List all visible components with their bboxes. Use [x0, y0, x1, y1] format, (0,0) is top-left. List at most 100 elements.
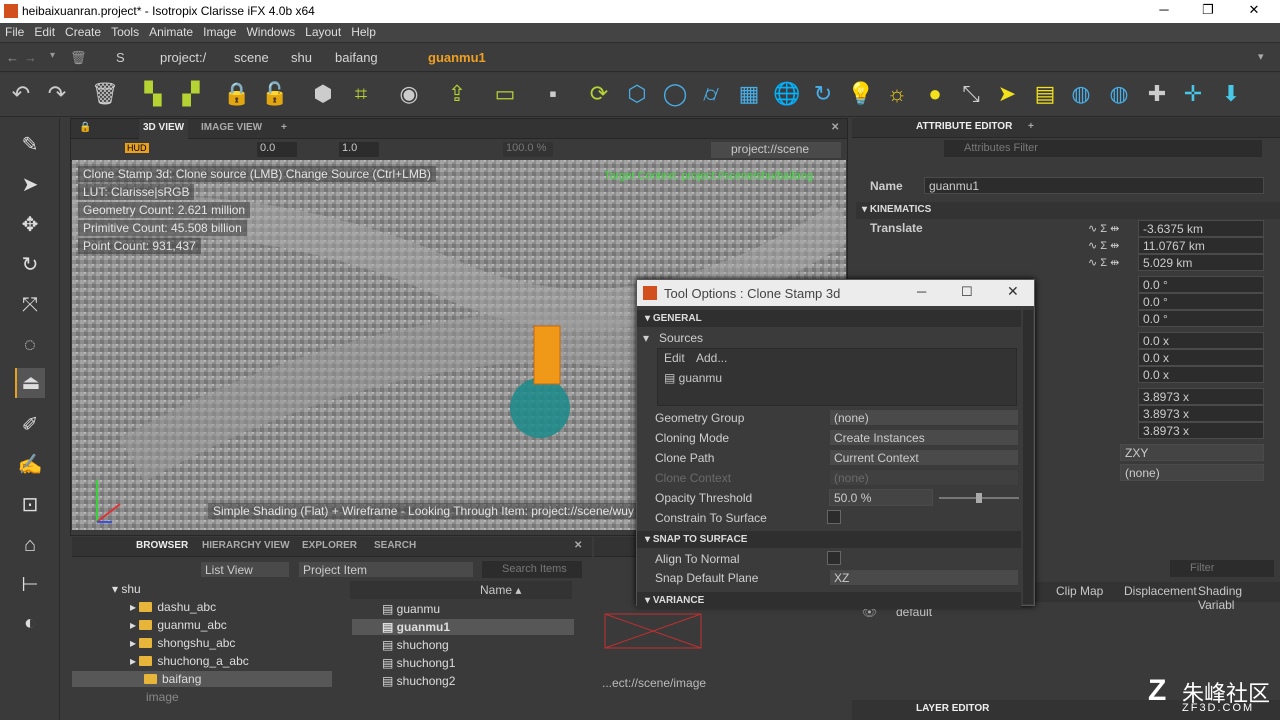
cylinder-icon[interactable]: ⌭: [696, 79, 726, 109]
unlock-icon[interactable]: 🔓: [260, 79, 290, 109]
server-icon[interactable]: S: [116, 50, 125, 65]
tree-item[interactable]: ▾ shu: [112, 582, 141, 596]
add-button[interactable]: Add...: [696, 351, 727, 365]
menu-animate[interactable]: Animate: [144, 23, 198, 39]
geometry-group-dropdown[interactable]: (none): [829, 409, 1019, 426]
rotate-y[interactable]: 0.0 °: [1138, 293, 1264, 310]
tab-search[interactable]: SEARCH: [374, 540, 416, 551]
sun-outline-icon[interactable]: ☼: [882, 79, 912, 109]
tab-browser[interactable]: BROWSER: [136, 540, 188, 551]
history-dropdown-icon[interactable]: ▾: [50, 50, 55, 61]
align-normal-checkbox[interactable]: [827, 551, 841, 565]
tree-item[interactable]: ▸ guanmu_abc: [130, 618, 227, 632]
menu-edit[interactable]: Edit: [29, 23, 60, 39]
menu-image[interactable]: Image: [198, 23, 241, 39]
translate-y[interactable]: 11.0767 km: [1138, 237, 1264, 254]
offset-z[interactable]: 0.0 x: [1138, 366, 1264, 383]
rotation-order-dropdown[interactable]: ZXY: [1120, 444, 1264, 461]
open-folder-icon[interactable]: ⇪: [442, 79, 472, 109]
breadcrumb-project[interactable]: project:/: [160, 50, 206, 65]
translate-z[interactable]: 5.029 km: [1138, 254, 1264, 271]
frame-icon[interactable]: ⊡: [15, 490, 45, 520]
close-panel-icon[interactable]: ✕: [574, 540, 582, 551]
color-swatch-icon[interactable]: ◐: [15, 608, 45, 638]
scale-z[interactable]: 3.8973 x: [1138, 422, 1264, 439]
dialog-minimize-button[interactable]: ─: [917, 284, 926, 299]
menu-create[interactable]: Create: [60, 23, 106, 39]
menu-file[interactable]: File: [0, 23, 29, 39]
menu-help[interactable]: Help: [346, 23, 381, 39]
list-item[interactable]: ▤ shuchong: [382, 638, 449, 652]
opacity-field[interactable]: 50.0 %: [829, 489, 933, 506]
redo-icon[interactable]: ↷: [42, 79, 72, 109]
scale-x[interactable]: 3.8973 x: [1138, 388, 1264, 405]
select-arrow-icon[interactable]: ➤: [15, 170, 45, 200]
list-item-selected[interactable]: ▤ guanmu1: [352, 619, 574, 635]
breadcrumb-current[interactable]: guanmu1: [428, 50, 486, 65]
import-icon[interactable]: ◉: [394, 79, 424, 109]
breadcrumb-baifang[interactable]: baifang: [335, 50, 378, 65]
tree-item[interactable]: ▸ shuchong_a_abc: [130, 654, 249, 668]
transform-icon[interactable]: ◌: [15, 330, 45, 360]
field-a[interactable]: 0.0: [257, 142, 297, 157]
sphere-icon[interactable]: ◯: [660, 79, 690, 109]
maximize-button[interactable]: ❐: [1198, 2, 1218, 20]
undo-icon[interactable]: ↶: [6, 79, 36, 109]
dialog-maximize-button[interactable]: ☐: [961, 284, 973, 300]
area-light-icon[interactable]: ▤: [1030, 79, 1060, 109]
list-item[interactable]: ▤ guanmu: [382, 602, 440, 616]
cube-icon[interactable]: ⬡: [622, 79, 652, 109]
breadcrumb-shu[interactable]: shu: [291, 50, 312, 65]
globe-icon[interactable]: 🌐: [772, 79, 802, 109]
cloning-mode-dropdown[interactable]: Create Instances: [829, 429, 1019, 446]
rotate-x[interactable]: 0.0 °: [1138, 276, 1264, 293]
source-item[interactable]: ▤ guanmu: [664, 371, 722, 385]
field-b[interactable]: 1.0: [339, 142, 379, 157]
list-item[interactable]: ▤ shuchong1: [382, 656, 455, 670]
curve-icon[interactable]: ∿ Σ ⇹: [1088, 256, 1119, 269]
kinematics-section[interactable]: ▾ KINEMATICS: [856, 202, 1280, 219]
list-view-dropdown[interactable]: List View: [200, 561, 290, 578]
hud-toggle[interactable]: HUD: [125, 143, 149, 153]
light-bulb-icon[interactable]: 💡: [846, 79, 876, 109]
skylight-icon[interactable]: ◍: [1104, 79, 1134, 109]
address-dropdown-icon[interactable]: ▾: [1258, 50, 1264, 63]
back-icon[interactable]: ←: [6, 50, 19, 65]
offset-y[interactable]: 0.0 x: [1138, 349, 1264, 366]
breadcrumb-scene[interactable]: scene: [234, 50, 269, 65]
context-dropdown[interactable]: project://scene: [711, 142, 841, 158]
sun-icon[interactable]: ●: [920, 79, 950, 109]
tree-item-selected[interactable]: baifang: [72, 671, 332, 687]
list-item[interactable]: ▤ shuchong2: [382, 674, 455, 688]
clone-path-dropdown[interactable]: Current Context: [829, 449, 1019, 466]
menu-tools[interactable]: Tools: [106, 23, 144, 39]
scatter-icon[interactable]: ↻: [808, 79, 838, 109]
tab-hierarchy[interactable]: HIERARCHY VIEW: [202, 540, 290, 551]
attr-filter-input[interactable]: Attributes Filter: [944, 140, 1262, 157]
tab-3d-view[interactable]: 3D VIEW: [139, 119, 189, 139]
tab-attribute-editor[interactable]: ATTRIBUTE EDITOR: [916, 121, 1012, 132]
group-icon[interactable]: ▚: [138, 79, 168, 109]
sources-label[interactable]: ▾ Sources: [643, 331, 703, 345]
rotate-icon[interactable]: ↻: [15, 250, 45, 280]
ungroup-icon[interactable]: ▞: [176, 79, 206, 109]
lock-icon[interactable]: 🔒: [222, 79, 252, 109]
delete-icon[interactable]: 🗑: [70, 50, 87, 66]
refresh-icon[interactable]: ⟳: [584, 79, 614, 109]
close-button[interactable]: ✕: [1244, 2, 1264, 20]
col-displacement[interactable]: Displacement: [1124, 584, 1197, 598]
env-icon[interactable]: ◍: [1066, 79, 1096, 109]
move-icon[interactable]: ✥: [15, 210, 45, 240]
filter-input[interactable]: Filter: [1170, 560, 1274, 577]
opacity-slider-knob[interactable]: [976, 493, 982, 503]
context-icon[interactable]: ▪: [538, 79, 568, 109]
dialog-scrollbar[interactable]: [1023, 310, 1033, 604]
general-section[interactable]: ▾ GENERAL: [637, 310, 1021, 327]
null-icon[interactable]: ✛: [1178, 79, 1208, 109]
col-clip-map[interactable]: Clip Map: [1056, 584, 1103, 598]
menu-windows[interactable]: Windows: [241, 23, 300, 39]
brush-icon[interactable]: ✍: [15, 450, 45, 480]
rotate-z[interactable]: 0.0 °: [1138, 310, 1264, 327]
camera-icon[interactable]: ⌂: [15, 530, 45, 560]
lock-icon[interactable]: 🔒: [79, 122, 91, 133]
